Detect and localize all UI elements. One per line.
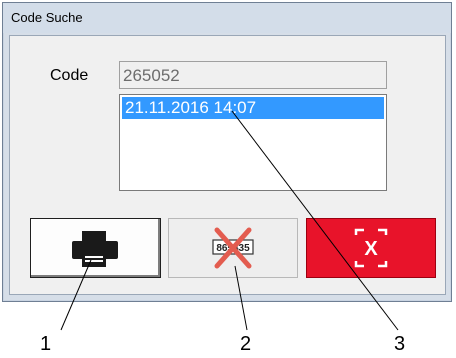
callout-1: 1 [40,333,52,355]
print-button[interactable] [30,218,161,278]
crossed-out-code-icon: 865435 [212,227,254,269]
callout-2: 2 [240,333,252,355]
title-bar: Code Suche [3,3,451,33]
close-x-text: X [364,238,378,260]
callout-3: 3 [394,333,406,355]
code-search-window: Code Suche Code 265052 21.11.2016 14:07 … [2,2,452,302]
close-x-icon: X [354,228,388,268]
code-label: Code [50,67,89,84]
cancel-print-button[interactable]: 865435 [168,218,298,278]
list-item[interactable]: 21.11.2016 14:07 [122,97,384,119]
timestamp-list[interactable]: 21.11.2016 14:07 [119,94,387,191]
printer-icon [72,231,118,267]
window-title: Code Suche [11,10,83,25]
dialog-body: Code 265052 21.11.2016 14:07 865435 [9,35,446,295]
code-field[interactable]: 265052 [119,61,387,89]
close-button[interactable]: X [306,218,436,278]
